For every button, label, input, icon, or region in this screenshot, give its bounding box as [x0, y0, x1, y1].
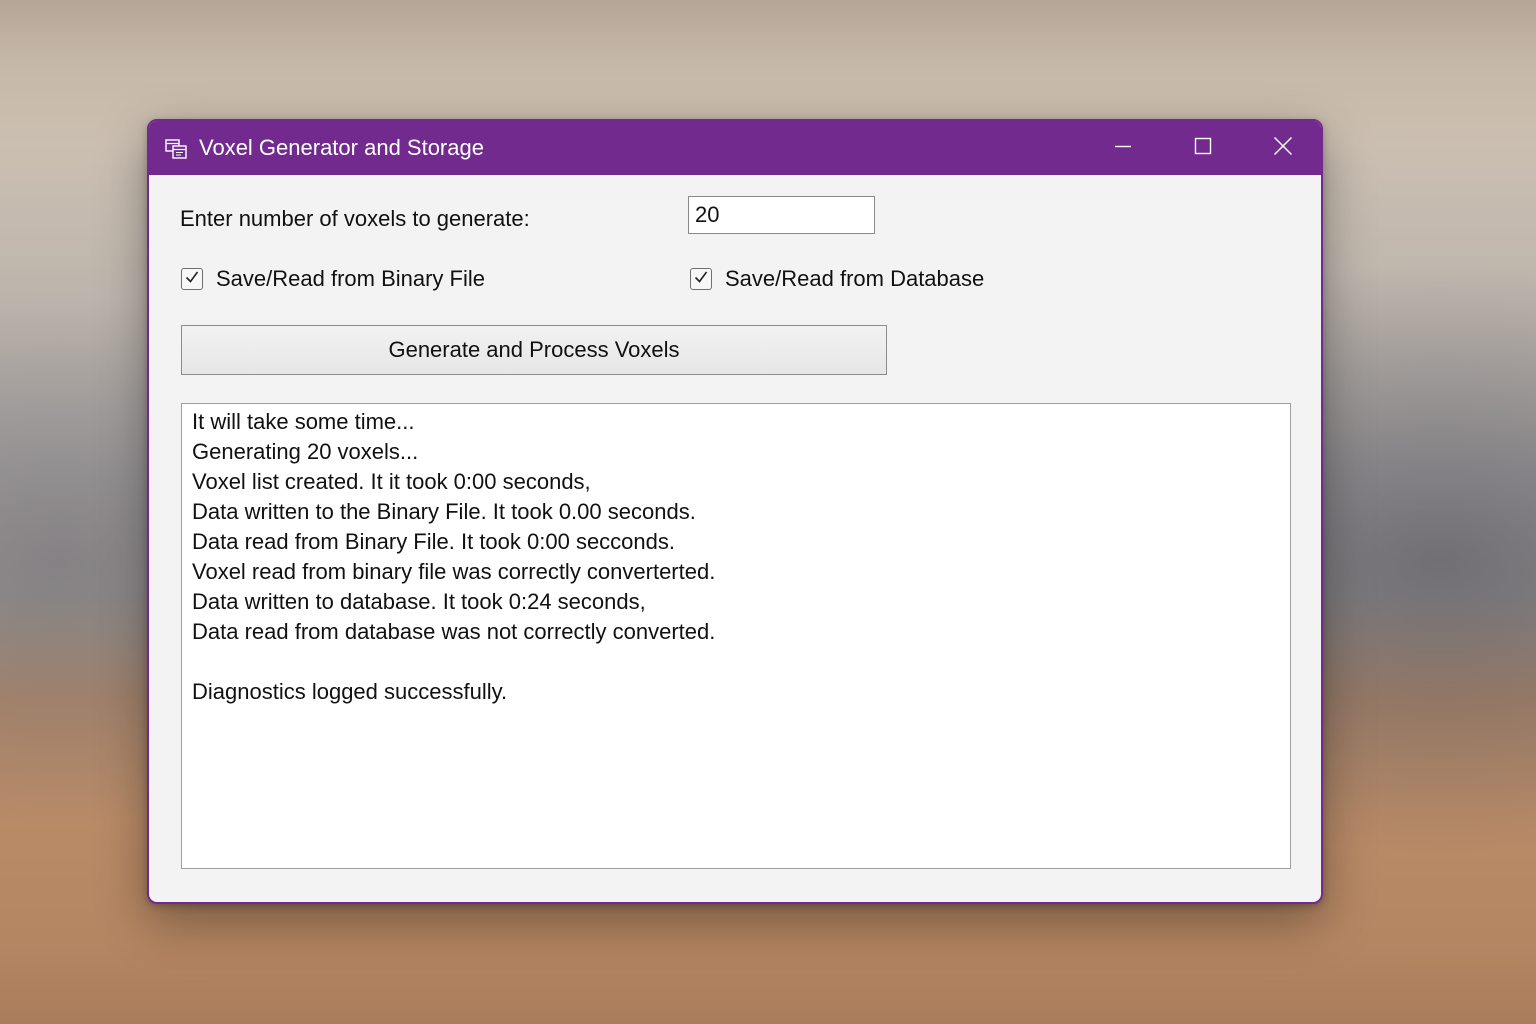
- maximize-button[interactable]: [1163, 121, 1243, 175]
- log-line: Data written to the Binary File. It took…: [192, 499, 696, 524]
- title-bar[interactable]: Voxel Generator and Storage: [149, 121, 1321, 175]
- window-content: Enter number of voxels to generate: Save…: [149, 175, 1321, 902]
- check-icon: [184, 269, 200, 290]
- database-checkbox-label: Save/Read from Database: [725, 266, 985, 291]
- close-icon: [1273, 136, 1293, 161]
- generate-button[interactable]: Generate and Process Voxels: [181, 325, 887, 375]
- checkbox-box[interactable]: [690, 268, 712, 290]
- log-line: Data read from Binary File. It took 0:00…: [192, 529, 676, 554]
- log-line: Data read from database was not correctl…: [192, 619, 716, 644]
- minimize-icon: [1114, 137, 1132, 160]
- database-checkbox[interactable]: Save/Read from Database: [690, 264, 984, 294]
- log-line: Generating 20 voxels...: [192, 439, 419, 464]
- binary-file-checkbox[interactable]: Save/Read from Binary File: [181, 264, 485, 294]
- window-title: Voxel Generator and Storage: [199, 135, 484, 160]
- app-icon: [165, 139, 187, 159]
- voxel-count-label: Enter number of voxels to generate:: [180, 206, 530, 231]
- log-line: Voxel read from binary file was correctl…: [192, 559, 716, 584]
- binary-file-checkbox-label: Save/Read from Binary File: [216, 266, 485, 291]
- log-line: Voxel list created. It it took 0:00 seco…: [192, 469, 591, 494]
- maximize-icon: [1194, 137, 1212, 160]
- check-icon: [693, 269, 709, 290]
- app-window: Voxel Generator and Storage Enter number…: [147, 119, 1323, 904]
- output-log[interactable]: It will take some time... Generating 20 …: [181, 403, 1291, 869]
- voxel-count-input[interactable]: [688, 196, 875, 234]
- log-line: Data written to database. It took 0:24 s…: [192, 589, 646, 614]
- minimize-button[interactable]: [1083, 121, 1163, 175]
- checkbox-box[interactable]: [181, 268, 203, 290]
- log-line: Diagnostics logged successfully.: [192, 679, 508, 704]
- log-line: It will take some time...: [192, 409, 415, 434]
- close-button[interactable]: [1243, 121, 1321, 175]
